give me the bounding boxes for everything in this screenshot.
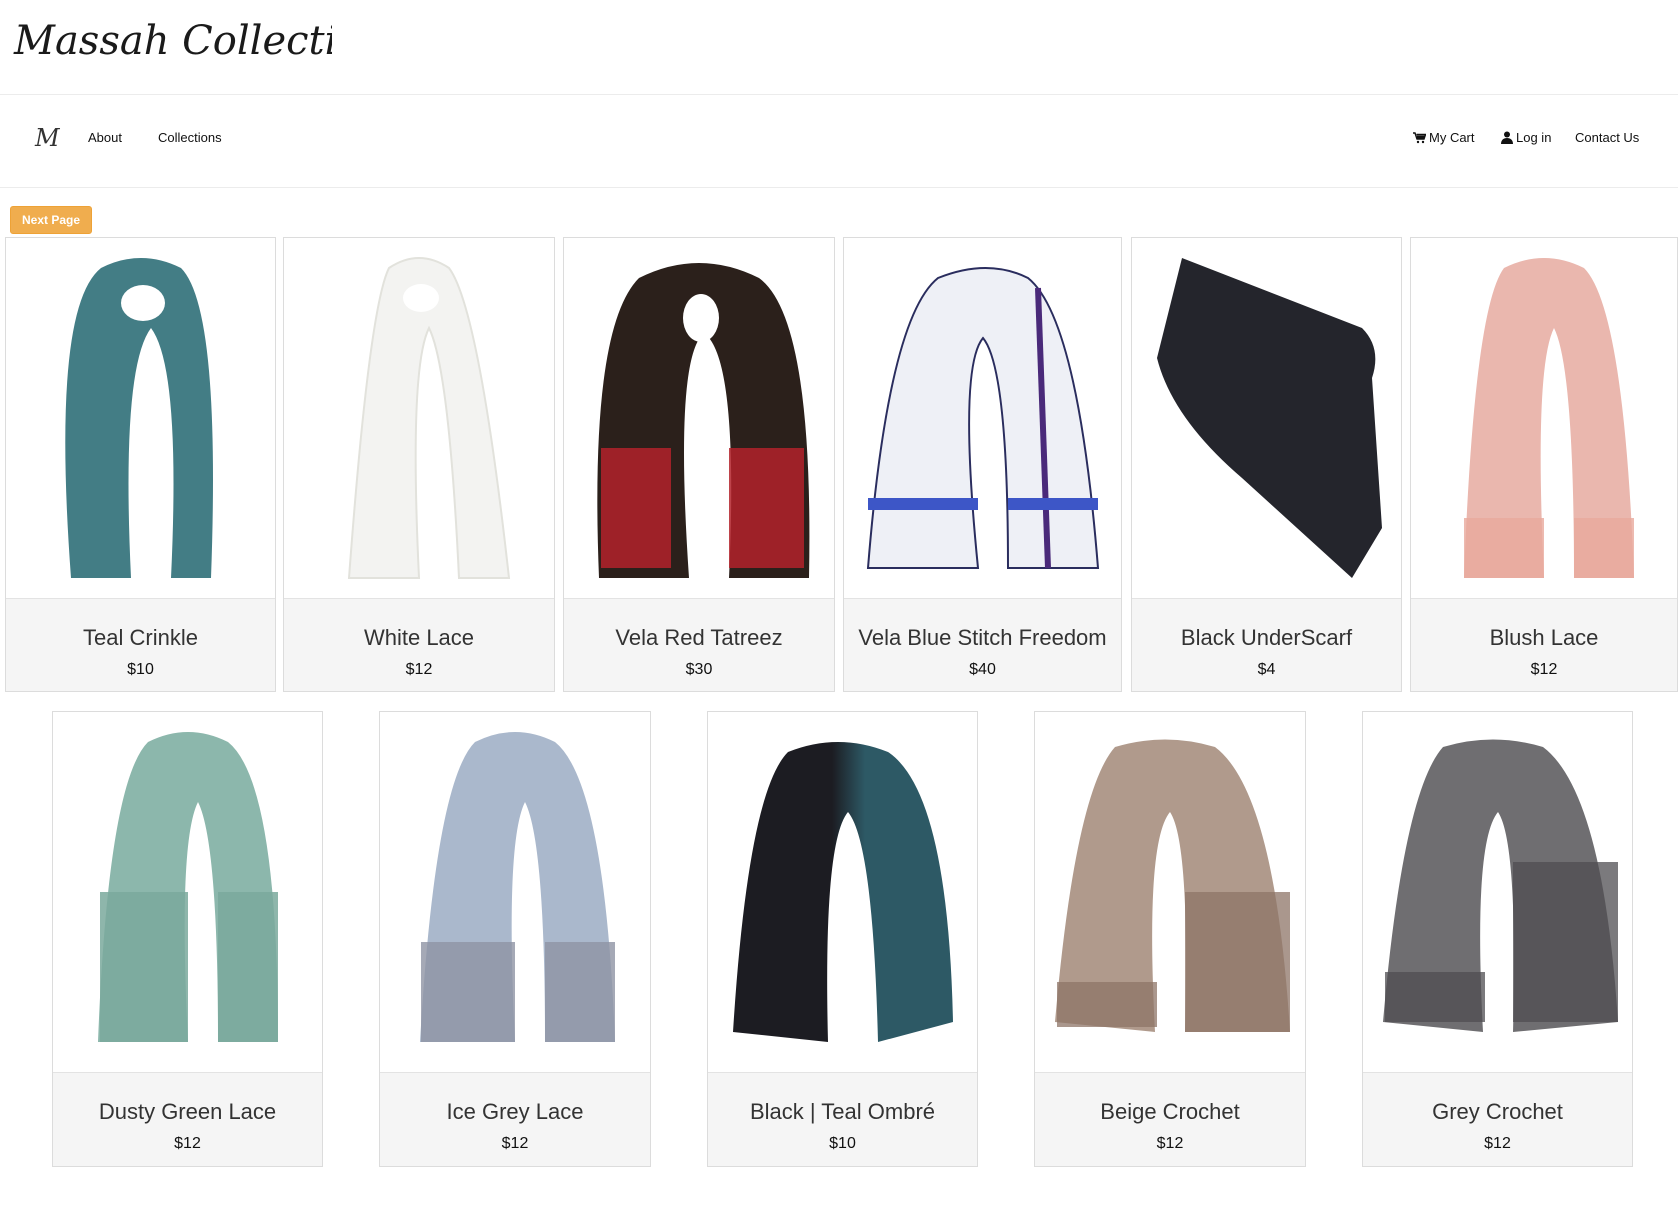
product-image[interactable] xyxy=(380,712,650,1072)
product-price: $12 xyxy=(1156,1135,1184,1152)
product-caption: Ice Grey Lace $12 xyxy=(380,1072,650,1166)
product-image[interactable] xyxy=(708,712,977,1072)
product-image[interactable] xyxy=(844,238,1121,598)
product-price: $12 xyxy=(405,661,433,678)
product-price: $12 xyxy=(1530,661,1558,678)
nav-log-in[interactable]: Log in xyxy=(1501,130,1551,145)
brand-logo[interactable]: Massah Collection xyxy=(12,8,332,68)
monogram-text: M xyxy=(34,124,61,152)
nav-collections-label: Collections xyxy=(158,130,222,145)
product-name[interactable]: Ice Grey Lace xyxy=(380,1099,650,1125)
product-price: $10 xyxy=(829,1135,856,1152)
nav-contact-us-label: Contact Us xyxy=(1575,130,1640,145)
product-caption: Beige Crochet $12 xyxy=(1035,1072,1305,1166)
nav-about-label: About xyxy=(88,130,122,145)
product-price: $40 xyxy=(969,661,996,678)
product-card[interactable]: Black UnderScarf $4 xyxy=(1131,237,1402,692)
product-name[interactable]: Vela Red Tatreez xyxy=(564,625,834,651)
product-name[interactable]: Teal Crinkle xyxy=(6,625,275,651)
nav-my-cart-label: My Cart xyxy=(1429,130,1475,145)
nav-contact-us[interactable]: Contact Us xyxy=(1575,130,1639,145)
next-page-button[interactable]: Next Page xyxy=(10,206,92,234)
product-price: $12 xyxy=(174,1135,201,1152)
user-icon xyxy=(1501,131,1513,144)
cart-icon xyxy=(1413,131,1426,144)
nav-collections[interactable]: Collections xyxy=(158,130,222,145)
product-card[interactable]: Vela Blue Stitch Freedom $40 xyxy=(843,237,1122,692)
product-image[interactable] xyxy=(284,238,554,598)
product-card[interactable]: White Lace $12 xyxy=(283,237,555,692)
product-caption: White Lace $12 xyxy=(284,598,554,691)
product-price: $30 xyxy=(685,661,713,678)
nav-about[interactable]: About xyxy=(88,130,122,145)
product-image[interactable] xyxy=(1035,712,1305,1072)
product-name[interactable]: Blush Lace xyxy=(1411,625,1677,651)
product-caption: Teal Crinkle $10 xyxy=(6,598,275,691)
product-card[interactable]: Black | Teal Ombré $10 xyxy=(707,711,978,1167)
product-caption: Black | Teal Ombré $10 xyxy=(708,1072,977,1166)
product-name[interactable]: Beige Crochet xyxy=(1035,1099,1305,1125)
product-card[interactable]: Grey Crochet $12 xyxy=(1362,711,1633,1167)
product-card[interactable]: Ice Grey Lace $12 xyxy=(379,711,651,1167)
monogram-logo[interactable]: M xyxy=(32,121,64,153)
product-price: $4 xyxy=(1257,661,1276,678)
product-caption: Grey Crochet $12 xyxy=(1363,1072,1632,1166)
product-card[interactable]: Blush Lace $12 xyxy=(1410,237,1678,692)
product-caption: Vela Red Tatreez $30 xyxy=(564,598,834,691)
product-caption: Dusty Green Lace $12 xyxy=(53,1072,322,1166)
product-name[interactable]: Vela Blue Stitch Freedom xyxy=(844,625,1121,651)
product-caption: Vela Blue Stitch Freedom $40 xyxy=(844,598,1121,691)
brand-logo-text: Massah Collection xyxy=(13,18,332,64)
product-card[interactable]: Beige Crochet $12 xyxy=(1034,711,1306,1167)
product-caption: Blush Lace $12 xyxy=(1411,598,1677,691)
navbar: M About Collections My Cart Log in Conta… xyxy=(0,95,1678,188)
product-name[interactable]: Black | Teal Ombré xyxy=(708,1099,977,1125)
product-image[interactable] xyxy=(564,238,834,598)
product-image[interactable] xyxy=(1132,238,1401,598)
nav-log-in-label: Log in xyxy=(1516,130,1552,145)
product-card[interactable]: Vela Red Tatreez $30 xyxy=(563,237,835,692)
product-name[interactable]: Dusty Green Lace xyxy=(53,1099,322,1125)
product-name[interactable]: Grey Crochet xyxy=(1363,1099,1632,1125)
product-price: $12 xyxy=(1484,1135,1511,1152)
product-card[interactable]: Dusty Green Lace $12 xyxy=(52,711,323,1167)
product-card[interactable]: Teal Crinkle $10 xyxy=(5,237,276,692)
nav-my-cart[interactable]: My Cart xyxy=(1413,130,1475,145)
product-image[interactable] xyxy=(53,712,322,1072)
product-image[interactable] xyxy=(1363,712,1632,1072)
product-image[interactable] xyxy=(1411,238,1677,598)
product-price: $12 xyxy=(501,1135,529,1152)
product-name[interactable]: Black UnderScarf xyxy=(1132,625,1401,651)
product-name[interactable]: White Lace xyxy=(284,625,554,651)
product-price: $10 xyxy=(127,661,154,678)
brand-bar: Massah Collection xyxy=(0,0,1678,95)
product-caption: Black UnderScarf $4 xyxy=(1132,598,1401,691)
product-image[interactable] xyxy=(6,238,275,598)
